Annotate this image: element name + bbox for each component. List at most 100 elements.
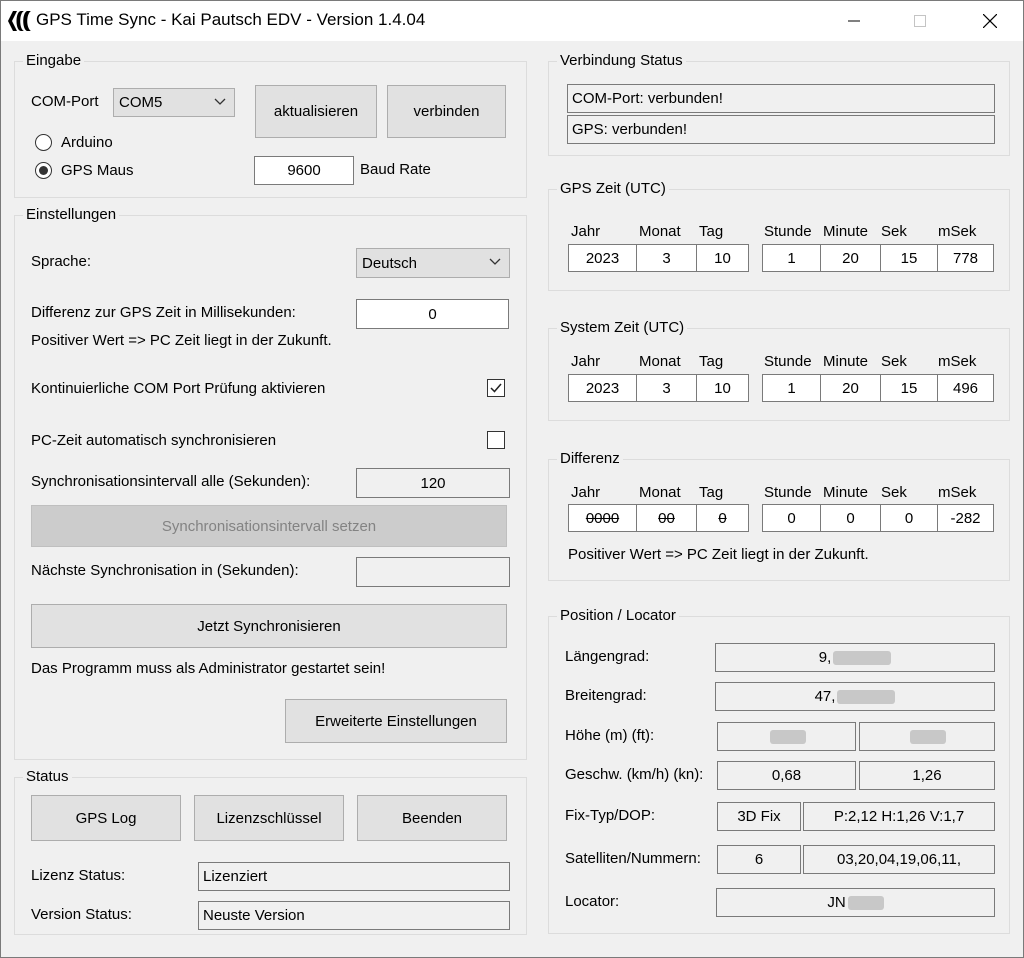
diff-monat-value: 00 <box>658 509 675 527</box>
geschw-kmh-field: 0,68 <box>717 761 856 790</box>
next-sync-input[interactable] <box>356 557 510 587</box>
locator-value: JN <box>827 894 846 911</box>
header-monat: Monat <box>639 223 681 240</box>
diff-msek-field: -282 <box>937 504 994 532</box>
laengengrad-field: 9, <box>715 643 995 672</box>
close-button[interactable] <box>967 1 1013 41</box>
header-jahr: Jahr <box>571 353 601 370</box>
header-monat: Monat <box>639 484 681 501</box>
gps-zeit-group-label: GPS Zeit (UTC) <box>557 180 669 197</box>
refresh-button[interactable]: aktualisieren <box>255 85 377 138</box>
system-tag-field: 10 <box>696 374 749 402</box>
geschw-label: Geschw. (km/h) (kn): <box>565 766 704 783</box>
redacted-blur <box>769 729 806 744</box>
advanced-settings-button[interactable]: Erweiterte Einstellungen <box>285 699 507 743</box>
system-msek-field: 496 <box>937 374 994 402</box>
header-tag: Tag <box>699 353 724 370</box>
system-stunde-field: 1 <box>762 374 821 402</box>
chevron-down-icon <box>214 98 226 105</box>
sprache-select-value: Deutsch <box>362 254 418 272</box>
app-logo-icon <box>8 11 31 31</box>
diff-minute-field: 0 <box>820 504 881 532</box>
set-interval-button[interactable]: Synchronisationsintervall setzen <box>31 505 507 547</box>
auto-sync-checkbox[interactable] <box>487 431 505 449</box>
gps-sek-field: 15 <box>880 244 938 272</box>
gps-log-button[interactable]: GPS Log <box>31 795 181 841</box>
license-key-button[interactable]: Lizenzschlüssel <box>194 795 344 841</box>
einstellungen-group-label: Einstellungen <box>23 206 120 223</box>
satelliten-label: Satelliten/Nummern: <box>565 850 701 867</box>
header-msek: mSek <box>938 353 977 370</box>
hoehe-ft-field <box>859 722 995 751</box>
locator-field: JN <box>716 888 995 917</box>
sync-interval-input[interactable]: 120 <box>356 468 510 498</box>
connect-button[interactable]: verbinden <box>387 85 506 138</box>
diff-monat-field: 00 <box>636 504 697 532</box>
breitengrad-value: 47, <box>814 688 836 705</box>
system-sek-field: 15 <box>880 374 938 402</box>
header-stunde: Stunde <box>764 484 812 501</box>
fix-typ-field: 3D Fix <box>717 802 801 831</box>
radio-arduino[interactable] <box>35 134 52 151</box>
header-msek: mSek <box>938 223 977 240</box>
system-zeit-group-label: System Zeit (UTC) <box>557 319 688 336</box>
continuous-check-checkbox[interactable] <box>487 379 505 397</box>
redacted-blur <box>833 650 892 665</box>
radio-gps-maus-label: GPS Maus <box>61 162 134 179</box>
geschw-kn-field: 1,26 <box>859 761 995 790</box>
gps-zeit-group <box>548 189 1010 291</box>
eingabe-group-label: Eingabe <box>23 52 85 69</box>
hoehe-m-field <box>717 722 856 751</box>
sync-now-button[interactable]: Jetzt Synchronisieren <box>31 604 507 648</box>
diff-jahr-value: 0000 <box>585 509 620 527</box>
minimize-button[interactable] <box>831 1 877 41</box>
diff-tag-field: 0 <box>696 504 749 532</box>
redacted-blur <box>910 729 946 744</box>
header-minute: Minute <box>823 353 869 370</box>
exit-button[interactable]: Beenden <box>357 795 507 841</box>
header-stunde: Stunde <box>764 223 812 240</box>
locator-label: Locator: <box>565 893 620 910</box>
differenz-ms-input[interactable]: 0 <box>356 299 509 329</box>
license-status-field: Lizenziert <box>198 862 510 891</box>
redacted-blur <box>847 895 884 910</box>
laengengrad-value: 9, <box>818 649 832 666</box>
breitengrad-label: Breitengrad: <box>565 687 647 704</box>
gps-monat-field: 3 <box>636 244 697 272</box>
baud-rate-input[interactable]: 9600 <box>254 156 354 185</box>
comport-label: COM-Port <box>31 93 99 110</box>
system-minute-field: 20 <box>820 374 881 402</box>
differenz-ms-label: Differenz zur GPS Zeit in Millisekunden: <box>31 304 296 321</box>
differenz-group-label: Differenz <box>557 450 623 467</box>
header-minute: Minute <box>823 223 869 240</box>
diff-stunde-field: 0 <box>762 504 821 532</box>
sprache-select[interactable]: Deutsch <box>356 248 510 278</box>
radio-selected-dot <box>39 166 48 175</box>
license-status-label: Lizenz Status: <box>31 867 126 884</box>
sync-interval-label: Synchronisationsintervall alle (Sekunden… <box>31 473 311 490</box>
satelliten-numbers-field: 03,20,04,19,06,11, <box>803 845 995 874</box>
comport-status-field: COM-Port: verbunden! <box>567 84 995 113</box>
diff-tag-value: 0 <box>718 509 727 527</box>
header-sek: Sek <box>881 484 907 501</box>
header-sek: Sek <box>881 353 907 370</box>
satelliten-count-field: 6 <box>717 845 801 874</box>
close-icon <box>983 14 997 28</box>
header-tag: Tag <box>699 484 724 501</box>
baud-rate-label: Baud Rate <box>360 161 431 178</box>
header-jahr: Jahr <box>571 484 601 501</box>
redacted-blur <box>837 689 896 704</box>
header-tag: Tag <box>699 223 724 240</box>
header-sek: Sek <box>881 223 907 240</box>
header-minute: Minute <box>823 484 869 501</box>
title-bar: GPS Time Sync - Kai Pautsch EDV - Versio… <box>1 1 1023 41</box>
diff-sek-field: 0 <box>880 504 938 532</box>
radio-arduino-label: Arduino <box>61 134 113 151</box>
header-msek: mSek <box>938 484 977 501</box>
verbindung-group-label: Verbindung Status <box>557 52 686 69</box>
radio-gps-maus[interactable] <box>35 162 52 179</box>
comport-select-value: COM5 <box>119 94 163 111</box>
maximize-button[interactable] <box>897 1 943 41</box>
chevron-down-icon <box>489 258 501 265</box>
comport-select[interactable]: COM5 <box>113 88 235 117</box>
